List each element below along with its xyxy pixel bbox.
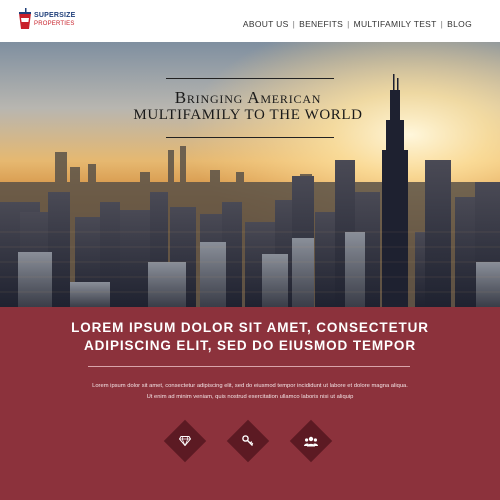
nav-separator: | [347, 19, 350, 29]
band-body-line-2: Ut enim ad minim veniam, quis nostrud ex… [146, 394, 354, 400]
nav-separator: | [440, 19, 444, 29]
brand-logo[interactable]: SUPERSIZE PROPERTIES [18, 6, 80, 34]
nav-about-us[interactable]: ABOUT US [243, 19, 289, 29]
city-skyline-image [0, 42, 500, 307]
users-icon [296, 426, 326, 456]
hero-divider-top [166, 78, 334, 79]
soda-cup-icon [19, 8, 31, 29]
key-icon [233, 426, 263, 456]
band-heading-line-2: ADIPISCING ELIT, SED DO EIUSMOD TEMPOR [84, 338, 416, 353]
hero-title-line-2: MULTIFAMILY TO THE WORLD [133, 107, 363, 123]
main-nav: ABOUT US | BENEFITS | MULTIFAMILY TEST |… [243, 19, 472, 29]
landing-page: SUPERSIZE PROPERTIES ABOUT US | BENEFITS… [0, 0, 500, 500]
nav-multifamily-test[interactable]: MULTIFAMILY TEST [354, 19, 437, 29]
diamond-icon [170, 426, 200, 456]
site-header: SUPERSIZE PROPERTIES ABOUT US | BENEFITS… [0, 0, 500, 42]
logo-line-2: PROPERTIES [34, 21, 75, 27]
hero-title-line-1: Bringing American [174, 88, 322, 107]
nav-separator: | [292, 19, 296, 29]
hero-divider-bottom [166, 137, 334, 138]
hero-banner: Bringing American MULTIFAMILY TO THE WOR… [0, 42, 500, 307]
nav-benefits[interactable]: BENEFITS [299, 19, 343, 29]
band-divider [88, 366, 410, 367]
band-heading-line-1: LOREM IPSUM DOLOR SIT AMET, CONSECTETUR [71, 320, 429, 335]
nav-blog[interactable]: BLOG [447, 19, 472, 29]
band-body-line-1: Lorem ipsum dolor sit amet, consectetur … [92, 383, 408, 389]
intro-band: LOREM IPSUM DOLOR SIT AMET, CONSECTETUR … [0, 307, 500, 500]
logo-line-1: SUPERSIZE [34, 12, 76, 19]
